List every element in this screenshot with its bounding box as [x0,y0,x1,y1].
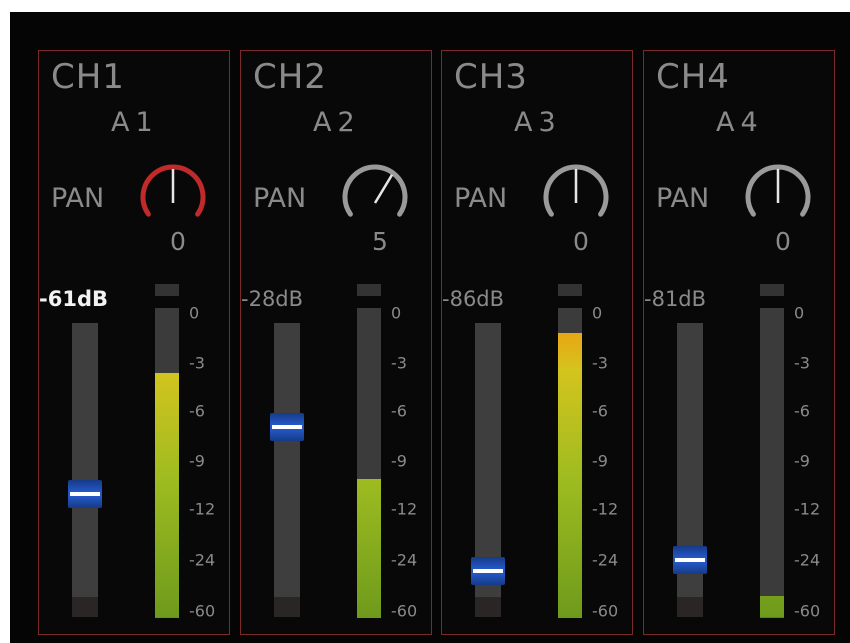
pan-value: 0 [170,227,186,256]
mixer-panel: CH1 A1 PAN 0 -61dB 0 -3 -6 -9 -12 -24 -6… [10,12,850,643]
scale-tick: -24 [189,550,216,570]
level-meter [558,308,582,618]
channel-name: CH2 [253,57,327,97]
level-meter [760,308,784,618]
scale-tick: -6 [391,401,407,421]
scale-tick: -9 [592,451,608,471]
scale-tick: 0 [592,303,603,323]
pan-value: 0 [573,227,589,256]
channel-level-label[interactable]: -81dB [644,287,706,311]
pan-label: PAN [253,183,307,214]
scale-tick: -60 [592,601,619,621]
pan-value: 5 [372,227,388,256]
pan-knob[interactable] [738,159,818,223]
scale-tick: -12 [189,499,216,519]
scale-tick: -9 [794,451,810,471]
scale-tick: -9 [189,451,205,471]
scale-tick: -60 [391,601,418,621]
fader-handle-line [272,425,302,430]
pan-knob[interactable] [536,159,616,223]
scale-tick: -12 [592,499,619,519]
scale-tick: -60 [794,601,821,621]
fader-track[interactable] [68,323,102,617]
fader-handle[interactable] [471,557,505,586]
scale-tick: -12 [794,499,821,519]
meter-fill [558,332,582,618]
scale-tick: -6 [189,401,205,421]
fader-track-bottom [274,597,300,617]
channel-name: CH4 [656,57,730,97]
channel-assign: A1 [111,107,159,138]
scale-tick: 0 [794,303,805,323]
scale-tick: 0 [391,303,402,323]
scale-tick: 0 [189,303,200,323]
channel-assign: A3 [514,107,562,138]
meter-peak-indicator [357,284,381,296]
channel-strip-4: CH4 A4 PAN 0 -81dB 0 -3 -6 -9 -12 -24 -6… [643,50,835,635]
scale-tick: -3 [391,353,407,373]
meter-peak-indicator [558,284,582,296]
channel-level-label[interactable]: -61dB [39,287,108,311]
pan-label: PAN [51,183,105,214]
pan-label: PAN [656,183,710,214]
fader-track-bottom [677,597,703,617]
fader-track-bottom [72,597,98,617]
scale-tick: -3 [189,353,205,373]
scale-tick: -9 [391,451,407,471]
pan-knob-pointer [373,174,394,204]
scale-tick: -12 [391,499,418,519]
meter-peak-indicator [760,284,784,296]
channel-strip-2: CH2 A2 PAN 5 -28dB 0 -3 -6 -9 -12 -24 -6… [240,50,432,635]
scale-tick: -60 [189,601,216,621]
channel-strip-1: CH1 A1 PAN 0 -61dB 0 -3 -6 -9 -12 -24 -6… [38,50,230,635]
channel-assign: A4 [716,107,764,138]
pan-value: 0 [775,227,791,256]
scale-tick: -3 [794,353,810,373]
level-meter [155,308,179,618]
scale-tick: -24 [794,550,821,570]
scale-tick: -3 [592,353,608,373]
fader-handle-line [70,491,100,496]
channel-assign: A2 [313,107,361,138]
meter-fill [760,596,784,618]
channel-name: CH3 [454,57,528,97]
level-meter [357,308,381,618]
pan-knob-arc [342,164,408,217]
fader-track[interactable] [673,323,707,617]
meter-fill [357,478,381,618]
fader-handle-line [473,569,503,574]
meter-fill [155,373,179,618]
channel-level-label[interactable]: -86dB [442,287,504,311]
scale-tick: -6 [794,401,810,421]
scale-tick: -6 [592,401,608,421]
fader-handle[interactable] [68,479,102,508]
pan-knob[interactable] [133,159,213,223]
scale-tick: -24 [391,550,418,570]
channel-level-label[interactable]: -28dB [241,287,303,311]
pan-label: PAN [454,183,508,214]
fader-handle[interactable] [270,413,304,442]
pan-knob[interactable] [335,159,415,223]
meter-peak-indicator [155,284,179,296]
fader-track[interactable] [270,323,304,617]
fader-handle[interactable] [673,546,707,575]
scale-tick: -24 [592,550,619,570]
channel-name: CH1 [51,57,125,97]
fader-handle-line [675,558,705,563]
fader-track[interactable] [471,323,505,617]
fader-track-bottom [475,597,501,617]
channel-strip-3: CH3 A3 PAN 0 -86dB 0 -3 -6 -9 -12 -24 -6… [441,50,633,635]
